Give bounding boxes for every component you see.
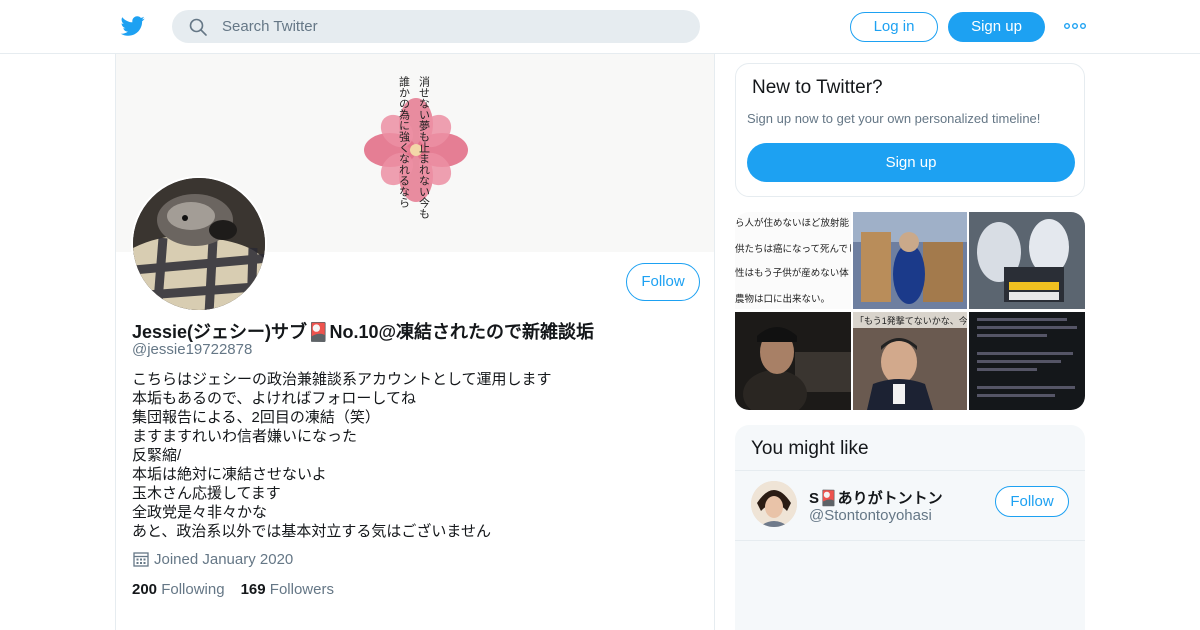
media-tile-politician[interactable]: 「もう1発撃てないかな、今大ピ [853,312,967,410]
calendar-icon [133,552,149,567]
followers-label: Followers [269,581,334,598]
following-label: Following [161,581,225,598]
following-count: 200 [132,581,158,598]
media-text-line: 農物は口に出来ない。 [735,293,830,305]
search-icon [189,18,207,36]
profile-column: 消せない夢も止まれない今も 誰かの為に強くなれるなら Follow Jessie… [115,54,715,630]
followers-count: 169 [240,581,266,598]
media-tile-text-image: ら人が住めないほど放射能 供たちは癌になって死んでし 性はもう子供が産めない体 … [735,217,851,305]
bio-line: こちらはジェシーの政治兼雑談系アカウントとして運用します [132,371,552,388]
new-to-twitter-subtitle: Sign up now to get your own personalized… [747,111,1041,126]
suggested-follow-button[interactable]: Follow [995,486,1069,517]
media-text-line: 供たちは癌になって死んでし [735,243,851,255]
bio-line: 玉木さん応援してます [132,485,281,502]
media-tile-boxes-image [853,212,967,309]
media-tile-hazmat-image [969,212,1085,309]
media-tile-man-cap-image [735,312,851,410]
login-button[interactable]: Log in [850,12,938,42]
follow-stats: 200 Following 169 Followers [132,581,334,598]
media-tile-boxes[interactable] [853,212,967,309]
banner-poem-right: 消せない夢も止まれない今も [418,75,431,219]
signup-button[interactable]: Sign up [948,12,1045,42]
profile-bio: こちらはジェシーの政治兼雑談系アカウントとして運用します 本垢もあるので、よけれ… [132,370,692,541]
followers-link[interactable]: 169 Followers [241,581,334,598]
dog-photo [133,178,265,310]
profile-avatar[interactable] [131,176,267,312]
bio-line: あと、政治系以外では基本対立する気はございません [132,523,491,540]
bio-line: 本垢もあるので、よければフォローしてね [132,390,416,407]
bio-line: 本垢は絶対に凍結させないよ [132,466,327,483]
search-input[interactable] [222,10,682,43]
profile-handle[interactable]: @jessie19722878 [132,341,252,358]
media-grid: ら人が住めないほど放射能 供たちは癌になって死んでし 性はもう子供が産めない体 … [735,212,1085,410]
media-tile-politician-image: 「もう1発撃てないかな、今大ピ [853,312,967,410]
follow-button[interactable]: Follow [626,263,700,301]
media-tile-hazmat[interactable] [969,212,1085,309]
top-navigation-bar: Log in Sign up [0,0,1200,54]
new-to-twitter-card: New to Twitter? Sign up now to get your … [735,63,1085,197]
following-link[interactable]: 200 Following [132,581,225,598]
bio-line: 反緊縮/ [132,447,182,464]
suggested-user-avatar-image [751,481,797,527]
you-might-like-title: You might like [751,438,869,459]
you-might-like-panel: You might like S🎴ありがトントン @Stontontoyohas… [735,425,1085,630]
bio-line: 全政党是々非々かな [132,504,268,521]
media-tile-text[interactable]: ら人が住めないほど放射能 供たちは癌になって死んでし 性はもう子供が産めない体 … [735,212,851,309]
suggested-user-name[interactable]: S🎴ありがトントン [809,487,943,508]
media-tile-chat-image [969,312,1085,410]
suggested-user-handle[interactable]: @Stontontoyohasi [809,507,932,524]
media-caption: 「もう1発撃てないかな、今大ピ [855,315,967,326]
media-text-line: ら人が住めないほど放射能 [735,217,850,229]
more-options-icon[interactable] [1064,18,1086,34]
media-text-line: 性はもう子供が産めない体 [735,267,849,279]
suggested-user-row[interactable]: S🎴ありがトントン @Stontontoyohasi Follow [735,470,1085,541]
signup-large-button[interactable]: Sign up [747,143,1075,182]
twitter-bird-logo-icon[interactable] [120,14,146,38]
joined-text: Joined January 2020 [154,551,294,568]
joined-date: Joined January 2020 [132,550,293,568]
media-tile-chat[interactable] [969,312,1085,410]
bio-line: 集団報告による、2回目の凍結（笑） [132,409,380,426]
bio-line: ますますれいわ信者嫌いになった [132,428,358,445]
new-to-twitter-title: New to Twitter? [752,77,883,98]
banner-poem-left: 誰かの為に強くなれるなら [398,75,411,208]
media-tile-man-cap[interactable] [735,312,851,410]
suggested-user-avatar[interactable] [751,481,797,527]
search-box[interactable] [172,10,700,43]
